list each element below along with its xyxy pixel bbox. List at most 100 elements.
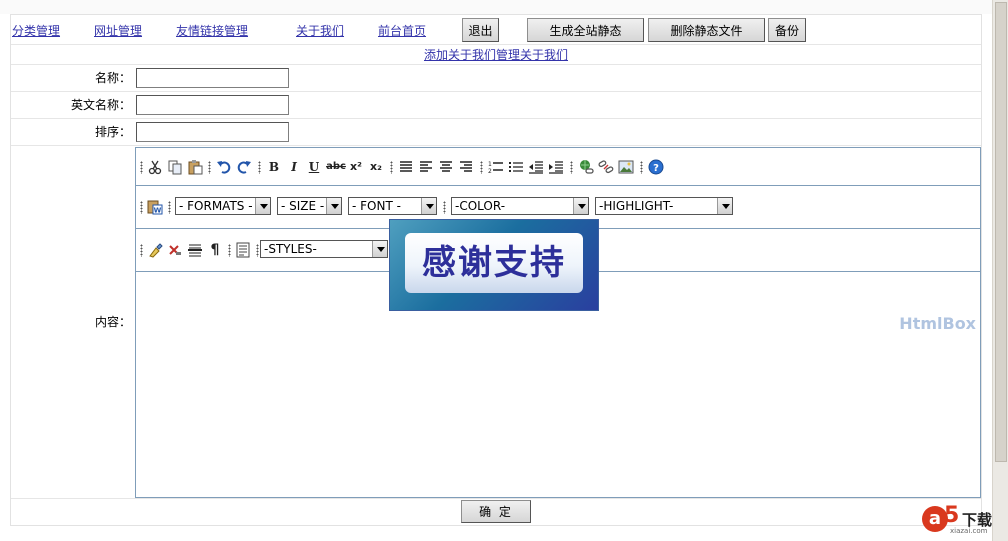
name-input[interactable] (136, 68, 289, 88)
align-center-icon[interactable] (438, 159, 454, 175)
highlight-select-value: -HIGHLIGHT- (599, 199, 674, 213)
chevron-down-icon (326, 198, 341, 214)
nav-friendlinks-link[interactable]: 友情链接管理 (176, 22, 248, 39)
thanks-overlay-text: 感谢支持 (405, 233, 583, 293)
styles-select-value: -STYLES- (264, 242, 317, 256)
outdent-icon[interactable] (528, 159, 544, 175)
delete-static-button[interactable]: 删除静态文件 (648, 18, 765, 42)
watermark-logo: a 5 下载 xiazai.com (920, 503, 1000, 537)
indent-icon[interactable] (548, 159, 564, 175)
watermark-brand-number: 5 (944, 503, 960, 528)
align-left-icon[interactable] (418, 159, 434, 175)
ordered-list-icon[interactable]: 12 (488, 159, 504, 175)
styles-select[interactable]: -STYLES- (260, 240, 388, 258)
font-select-value: - FONT - (352, 199, 401, 213)
unlink-icon[interactable] (598, 159, 614, 175)
link-icon[interactable] (578, 159, 594, 175)
nav-about-link[interactable]: 关于我们 (296, 22, 344, 39)
toolbar-grip-icon (570, 161, 573, 174)
toolbar-grip-icon (390, 161, 393, 174)
editor-toolbar-1: B I U abc x² x₂ 1 2 ? (136, 148, 980, 186)
svg-text:2: 2 (488, 168, 492, 175)
nav-home-link[interactable]: 前台首页 (378, 22, 426, 39)
horizontal-rule-icon[interactable] (187, 242, 203, 258)
manage-about-link[interactable]: 管理关于我们 (496, 48, 568, 62)
subscript-icon[interactable]: x₂ (368, 159, 384, 175)
htmlbox-logo: HtmlBox (899, 314, 976, 333)
submit-row: 确 定 (11, 499, 981, 526)
vertical-scrollbar[interactable] (992, 0, 1008, 541)
watermark-url: xiazai.com (950, 527, 988, 535)
help-icon[interactable]: ? (648, 159, 664, 175)
chevron-down-icon (573, 198, 588, 214)
add-about-link[interactable]: 添加关于我们 (424, 48, 496, 62)
scrollbar-thumb[interactable] (995, 2, 1007, 462)
color-select-value: -COLOR- (455, 199, 506, 213)
copy-icon[interactable] (167, 159, 183, 175)
sort-row: 排序： (11, 119, 981, 146)
generate-static-button[interactable]: 生成全站静态 (527, 18, 644, 42)
english-name-label: 英文名称： (70, 98, 131, 112)
toolbar-grip-icon (640, 161, 643, 174)
toolbar-grip-icon (140, 244, 143, 257)
size-select[interactable]: - SIZE - (277, 197, 342, 215)
thanks-overlay-image: 感谢支持 (389, 219, 599, 311)
paste-icon[interactable] (187, 159, 203, 175)
align-right-icon[interactable] (458, 159, 474, 175)
chevron-down-icon (372, 241, 387, 257)
top-strip (0, 0, 992, 14)
toolbar-grip-icon (228, 244, 231, 257)
source-code-icon[interactable] (235, 242, 251, 258)
unordered-list-icon[interactable] (508, 159, 524, 175)
undo-icon[interactable] (216, 159, 232, 175)
toolbar-grip-icon (258, 161, 261, 174)
rich-text-editor: B I U abc x² x₂ 1 2 ? W - FORMATS - - SI… (135, 147, 981, 498)
formats-select[interactable]: - FORMATS - (175, 197, 271, 215)
strikethrough-icon[interactable]: abc (326, 159, 346, 175)
svg-text:1: 1 (488, 161, 492, 168)
size-select-value: - SIZE - (281, 199, 325, 213)
chevron-down-icon (421, 198, 436, 214)
sub-nav: 添加关于我们管理关于我们 (11, 45, 981, 65)
toolbar-grip-icon (480, 161, 483, 174)
submit-button[interactable]: 确 定 (461, 500, 531, 523)
font-select[interactable]: - FONT - (348, 197, 437, 215)
italic-icon[interactable]: I (286, 159, 302, 175)
english-name-row: 英文名称： (11, 92, 981, 119)
chevron-down-icon (717, 198, 732, 214)
toolbar-grip-icon (256, 244, 259, 257)
paste-from-word-icon[interactable]: W (147, 199, 163, 215)
backup-button[interactable]: 备份 (768, 18, 806, 42)
chevron-down-icon (255, 198, 270, 214)
name-label: 名称： (94, 71, 131, 85)
image-icon[interactable] (618, 159, 634, 175)
highlight-select[interactable]: -HIGHLIGHT- (595, 197, 733, 215)
toolbar-grip-icon (168, 201, 171, 214)
remove-format-icon[interactable] (167, 242, 183, 258)
content-row: 内容： B I U abc x² x₂ 1 2 ? W - FORMATS - … (11, 147, 981, 499)
formats-select-value: - FORMATS - (179, 199, 253, 213)
toolbar-grip-icon (140, 201, 143, 214)
logout-button[interactable]: 退出 (462, 18, 499, 42)
english-name-input[interactable] (136, 95, 289, 115)
name-row: 名称： (11, 65, 981, 92)
justify-full-icon[interactable] (398, 159, 414, 175)
redo-icon[interactable] (236, 159, 252, 175)
cut-icon[interactable] (147, 159, 163, 175)
paragraph-icon[interactable]: ¶ (207, 242, 223, 258)
content-label: 内容： (94, 315, 131, 329)
svg-text:W: W (154, 207, 162, 215)
top-nav: 分类管理 网址管理 友情链接管理 关于我们 前台首页 退出 生成全站静态 删除静… (11, 15, 981, 45)
nav-category-link[interactable]: 分类管理 (12, 22, 60, 39)
svg-text:?: ? (653, 163, 659, 174)
color-select[interactable]: -COLOR- (451, 197, 589, 215)
clean-format-icon[interactable] (147, 242, 163, 258)
nav-url-link[interactable]: 网址管理 (94, 22, 142, 39)
underline-icon[interactable]: U (306, 159, 322, 175)
toolbar-grip-icon (140, 161, 143, 174)
superscript-icon[interactable]: x² (348, 159, 364, 175)
sort-input[interactable] (136, 122, 289, 142)
bold-icon[interactable]: B (266, 159, 282, 175)
toolbar-grip-icon (443, 201, 446, 214)
sort-label: 排序： (94, 125, 131, 139)
